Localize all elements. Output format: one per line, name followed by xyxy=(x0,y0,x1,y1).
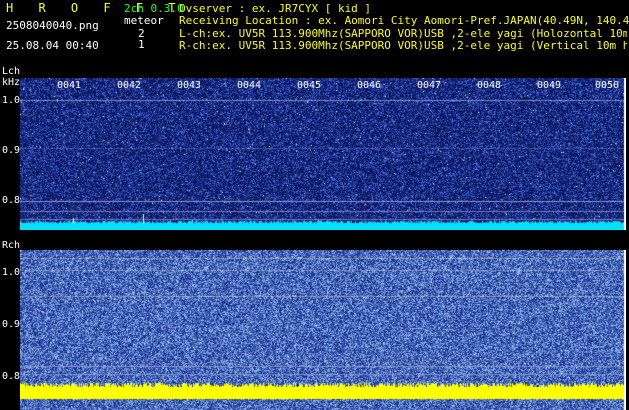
time-label: 0047 xyxy=(417,80,442,91)
rch-tick-1.0: 1.0 xyxy=(2,267,21,278)
time-label: 0046 xyxy=(357,80,382,91)
time-label: 0042 xyxy=(117,80,142,91)
lch-info-line: L-ch:ex. UV5R 113.900Mhz(SAPPORO VOR)USB… xyxy=(179,28,627,40)
time-label: 0049 xyxy=(537,80,562,91)
time-label: 0045 xyxy=(297,80,322,91)
lch-tick-1.0: 1.0 xyxy=(2,95,21,106)
rch-info-line: R-ch:ex. UV5R 113.900Mhz(SAPPORO VOR)USB… xyxy=(179,40,627,52)
meteor-count-rch: 1 xyxy=(138,38,145,51)
rch-spectrogram[interactable] xyxy=(20,250,626,410)
timestamp: 25.08.04 00:40 xyxy=(6,39,99,52)
time-label: 0043 xyxy=(177,80,202,91)
time-label: 0044 xyxy=(237,80,262,91)
file-name: 2508040040.png xyxy=(6,19,99,32)
meteor-label: meteor xyxy=(124,14,164,27)
rch-channel-label: Rch xyxy=(2,240,21,251)
rch-tick-0.8: 0.8 xyxy=(2,371,21,382)
lch-unit-label: kHz xyxy=(2,77,21,88)
lch-spectrogram[interactable] xyxy=(20,78,626,230)
location-line: Receiving Location : ex. Aomori City Aom… xyxy=(179,14,629,27)
time-label: 0041 xyxy=(57,80,82,91)
lch-tick-0.8: 0.8 xyxy=(2,195,21,206)
time-label: 0048 xyxy=(477,80,502,91)
lch-channel-label: Lch xyxy=(2,66,21,77)
lch-tick-0.9: 0.9 xyxy=(2,145,21,156)
time-label: 0050 xyxy=(595,80,620,91)
rch-tick-0.9: 0.9 xyxy=(2,319,21,330)
